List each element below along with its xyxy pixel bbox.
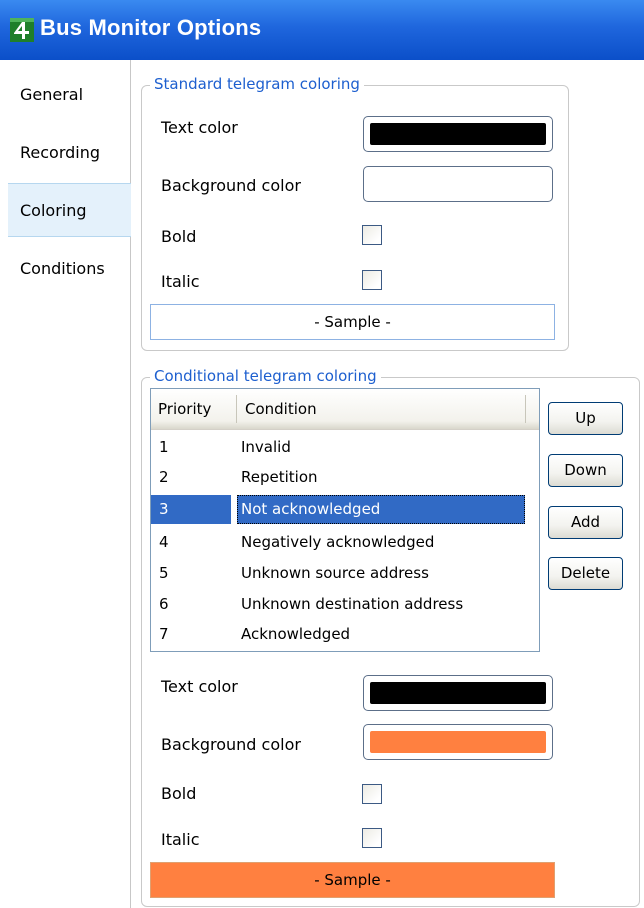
nav-item-general[interactable]: General — [0, 68, 130, 122]
nav-item-recording[interactable]: Recording — [0, 126, 130, 180]
move-up-button[interactable]: Up — [548, 402, 623, 435]
row-condition: Repetition — [241, 468, 318, 486]
add-condition-button[interactable]: Add — [548, 506, 623, 539]
column-separator[interactable] — [236, 395, 237, 423]
nav-item-coloring[interactable]: Coloring — [8, 183, 131, 237]
conditional-bold-label: Bold — [161, 784, 197, 803]
row-condition: Negatively acknowledged — [241, 533, 435, 551]
standard-bold-checkbox[interactable] — [362, 225, 382, 245]
condition-row-4[interactable]: 4 Negatively acknowledged — [151, 528, 539, 557]
app-logo-icon — [10, 18, 34, 42]
conditional-coloring-legend: Conditional telegram coloring — [150, 367, 381, 385]
row-priority: 6 — [159, 595, 169, 613]
condition-row-3[interactable]: 3 Not acknowledged — [151, 495, 539, 524]
condition-row-7[interactable]: 7 Acknowledged — [151, 620, 539, 649]
standard-italic-checkbox[interactable] — [362, 270, 382, 290]
title-bar: Bus Monitor Options — [0, 0, 644, 60]
conditional-background-color-button[interactable] — [363, 724, 553, 760]
column-header-priority[interactable]: Priority — [158, 389, 211, 429]
conditional-bold-checkbox[interactable] — [362, 784, 382, 804]
row-priority: 7 — [159, 625, 169, 643]
conditional-text-color-button[interactable] — [363, 675, 553, 711]
conditional-text-color-label: Text color — [161, 677, 238, 696]
conditional-background-color-label: Background color — [161, 735, 301, 754]
row-condition: Not acknowledged — [237, 495, 525, 524]
condition-row-5[interactable]: 5 Unknown source address — [151, 559, 539, 588]
standard-italic-label: Italic — [161, 272, 200, 291]
conditional-italic-label: Italic — [161, 830, 200, 849]
conditions-list[interactable]: Priority Condition 1 Invalid 2 Repetitio… — [150, 388, 540, 652]
window-title: Bus Monitor Options — [40, 15, 262, 40]
row-condition: Invalid — [241, 438, 291, 456]
row-condition: Unknown destination address — [241, 595, 464, 613]
standard-coloring-legend: Standard telegram coloring — [150, 75, 364, 93]
condition-row-2[interactable]: 2 Repetition — [151, 463, 539, 492]
column-separator[interactable] — [525, 395, 526, 423]
row-priority: 5 — [159, 564, 169, 582]
standard-text-color-label: Text color — [161, 118, 238, 137]
nav-item-conditions[interactable]: Conditions — [0, 242, 130, 296]
row-priority: 3 — [151, 495, 231, 524]
conditional-italic-checkbox[interactable] — [362, 828, 382, 848]
conditional-text-color-swatch — [370, 682, 546, 704]
move-down-button[interactable]: Down — [548, 454, 623, 487]
condition-row-1[interactable]: 1 Invalid — [151, 433, 539, 462]
row-condition: Unknown source address — [241, 564, 429, 582]
standard-bold-label: Bold — [161, 227, 197, 246]
row-condition: Acknowledged — [241, 625, 351, 643]
standard-background-color-label: Background color — [161, 176, 301, 195]
standard-text-color-button[interactable] — [363, 116, 553, 152]
standard-background-color-button[interactable] — [363, 166, 553, 202]
condition-row-6[interactable]: 6 Unknown destination address — [151, 590, 539, 619]
row-priority: 4 — [159, 533, 169, 551]
conditional-sample-preview: - Sample - — [150, 862, 555, 898]
row-priority: 1 — [159, 438, 169, 456]
delete-condition-button[interactable]: Delete — [548, 557, 623, 590]
standard-sample-preview: - Sample - — [150, 304, 555, 340]
row-priority: 2 — [159, 468, 169, 486]
standard-text-color-swatch — [370, 123, 546, 145]
conditions-list-header: Priority Condition — [151, 389, 539, 430]
column-header-condition[interactable]: Condition — [245, 389, 317, 429]
conditional-background-color-swatch — [370, 731, 546, 753]
